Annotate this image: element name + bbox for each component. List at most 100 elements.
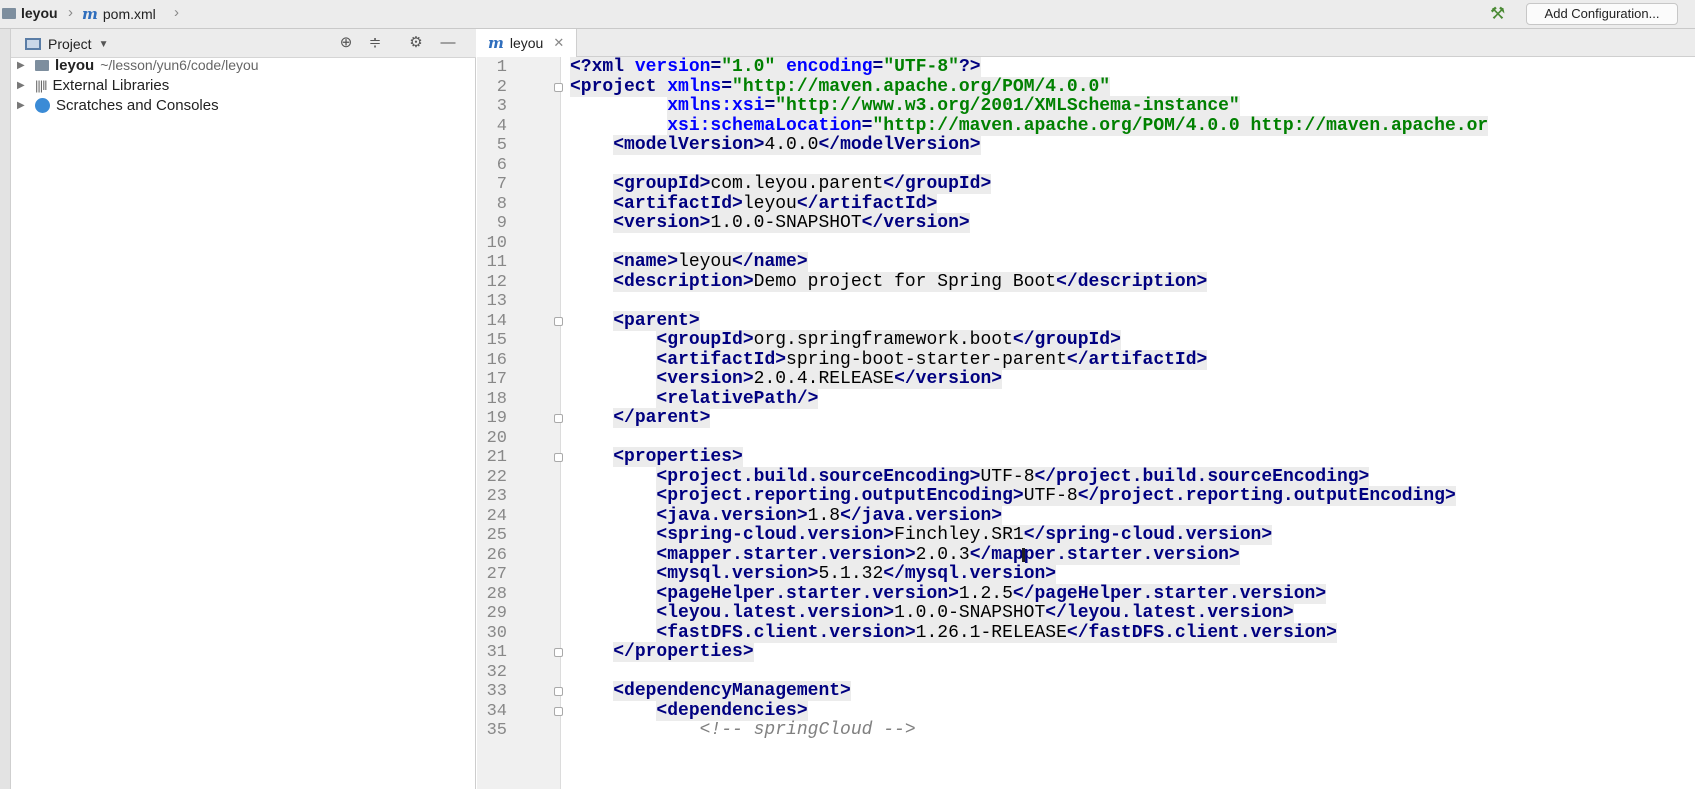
code-line[interactable]: <groupId>com.leyou.parent</groupId> <box>570 174 992 195</box>
maven-file-icon: m <box>82 5 98 23</box>
code-line[interactable]: <pageHelper.starter.version>1.2.5</pageH… <box>570 583 1327 605</box>
tree-item-path: ~/lesson/yun6/code/leyou <box>100 57 259 73</box>
gear-icon[interactable]: ⚙ <box>405 33 427 53</box>
code-line[interactable]: <version>1.0.0-SNAPSHOT</version> <box>570 213 970 234</box>
project-panel-header: Project ▼ ⊕ ≑ ⚙ — <box>11 29 476 58</box>
code-line[interactable]: <java.version>1.8</java.version> <box>570 505 1003 527</box>
line-number: 14 <box>486 311 507 331</box>
expand-arrow-icon[interactable]: ▶ <box>17 100 29 111</box>
line-number-gutter[interactable]: 1 2 3 4 5 6 7 8 9 10 11 12 13 14 15 16 17 18 19 20 21 22 23 24 2… <box>477 57 563 789</box>
code-token: </fastDFS.client.version> <box>1066 622 1337 643</box>
code-line[interactable]: <parent> <box>570 310 700 332</box>
add-configuration-button[interactable]: Add Configuration... <box>1526 3 1678 25</box>
tree-item-scratches[interactable]: ▶ Scratches and Consoles <box>17 95 219 115</box>
line-number: 22 <box>486 467 507 487</box>
code-line[interactable]: <artifactId>leyou</artifactId> <box>570 193 938 215</box>
code-line[interactable]: <version>2.0.4.RELEASE</version> <box>570 369 1003 390</box>
code-token: = <box>861 115 873 136</box>
line-number: 13 <box>486 292 507 311</box>
tab-leyou[interactable]: m leyou ✕ <box>477 29 577 57</box>
folder-icon <box>2 7 16 19</box>
code-line[interactable]: <modelVersion>4.0.0</modelVersion> <box>570 135 981 156</box>
tree-item-leyou[interactable]: ▶ leyou ~/lesson/yun6/code/leyou <box>17 55 259 75</box>
line-number: 3 <box>496 97 507 116</box>
code-token: 2.0.3 <box>915 544 970 565</box>
left-tool-strip[interactable] <box>0 29 11 789</box>
code-token: 1.8 <box>807 505 841 526</box>
code-line[interactable]: <artifactId>spring-boot-starter-parent</… <box>570 349 1208 371</box>
code-line[interactable]: <mapper.starter.version>2.0.3</mapper.st… <box>570 544 1240 566</box>
line-number: 4 <box>496 116 507 136</box>
breadcrumb-project[interactable]: leyou <box>2 5 58 21</box>
code-line[interactable]: <dependencies> <box>570 700 808 722</box>
code-line[interactable]: </parent> <box>570 408 711 429</box>
code-line[interactable]: <dependencyManagement> <box>570 681 851 702</box>
code-line[interactable]: <spring-cloud.version>Finchley.SR1</spri… <box>570 525 1273 546</box>
code-token: <fastDFS.client.version> <box>656 622 916 643</box>
chevron-down-icon: ▼ <box>98 38 109 50</box>
code-token: </parent> <box>613 408 711 428</box>
code-token: <?xml <box>570 57 635 77</box>
code-token: Finchley.SR1 <box>894 525 1024 545</box>
code-line[interactable]: <!-- springCloud --> <box>570 720 916 741</box>
code-line[interactable]: xmlns:xsi="http://www.w3.org/2001/XMLSch… <box>570 96 1240 117</box>
code-line[interactable]: </properties> <box>570 642 754 663</box>
build-hammer-icon[interactable]: ⚒ <box>1490 4 1505 24</box>
line-number: 17 <box>486 370 507 389</box>
code-token: 5.1.32 <box>818 564 884 584</box>
code-line[interactable]: <project xmlns="http://maven.apache.org/… <box>570 76 1111 98</box>
code-line[interactable]: <groupId>org.springframework.boot</group… <box>570 330 1121 351</box>
code-line[interactable]: <project.build.sourceEncoding>UTF-8</pro… <box>570 466 1370 488</box>
code-token: <version> <box>656 369 754 389</box>
line-number: 5 <box>496 136 507 155</box>
code-token: 2.0.4.RELEASE <box>753 369 895 389</box>
code-line[interactable]: <description>Demo project for Spring Boo… <box>570 271 1208 293</box>
code-token: <groupId> <box>656 330 754 350</box>
code-token: UTF-8 <box>1023 486 1078 506</box>
line-number: 24 <box>486 506 507 526</box>
project-panel: Project ▼ ⊕ ≑ ⚙ — ▶ leyou ~/lesson/yun6/… <box>11 29 476 789</box>
code-line[interactable]: <name>leyou</name> <box>570 252 808 273</box>
code-line[interactable]: <mysql.version>5.1.32</mysql.version> <box>570 564 1057 585</box>
code-line[interactable]: <fastDFS.client.version>1.26.1-RELEASE</… <box>570 622 1337 644</box>
line-number: 34 <box>486 701 507 721</box>
code-token: </modelVersion> <box>818 135 981 155</box>
line-number: 32 <box>486 662 507 682</box>
code-line[interactable]: xsi:schemaLocation="http://maven.apache.… <box>570 115 1489 137</box>
collapse-all-icon[interactable]: ≑ <box>364 33 386 53</box>
code-token: <modelVersion> <box>613 135 765 155</box>
code-token: version <box>634 57 711 77</box>
code-token: spring-boot-starter-parent <box>786 349 1067 370</box>
code-token: </groupId> <box>1012 330 1121 350</box>
code-editor[interactable]: <?xml version="1.0" encoding="UTF-8"?> <p… <box>562 57 1695 789</box>
project-view-selector[interactable]: Project ▼ <box>25 36 108 52</box>
code-line[interactable]: <properties> <box>570 447 743 468</box>
text-cursor <box>1022 548 1025 562</box>
code-line[interactable]: <project.reporting.outputEncoding>UTF-8<… <box>570 486 1456 507</box>
code-token: </name> <box>732 252 808 272</box>
code-line[interactable]: <leyou.latest.version>1.0.0-SNAPSHOT</le… <box>570 603 1294 624</box>
line-number: 28 <box>486 584 507 604</box>
code-line[interactable]: <relativePath/> <box>570 388 819 410</box>
close-icon[interactable]: ✕ <box>553 35 564 51</box>
expand-arrow-icon[interactable]: ▶ <box>17 60 29 71</box>
code-token: = <box>872 57 884 77</box>
code-token: = <box>710 57 722 77</box>
breadcrumb-file[interactable]: m pom.xml <box>82 5 156 23</box>
code-token: </mysql.version> <box>883 564 1057 584</box>
line-number: 27 <box>486 565 507 584</box>
code-token: com.leyou.parent <box>710 174 884 194</box>
tree-item-external-libraries[interactable]: ▶ |||‖ External Libraries <box>17 75 169 95</box>
code-line[interactable]: <?xml version="1.0" encoding="UTF-8"?> <box>570 57 981 78</box>
expand-arrow-icon[interactable]: ▶ <box>17 80 29 91</box>
hide-panel-icon[interactable]: — <box>437 33 459 53</box>
locate-target-icon[interactable]: ⊕ <box>335 33 357 53</box>
